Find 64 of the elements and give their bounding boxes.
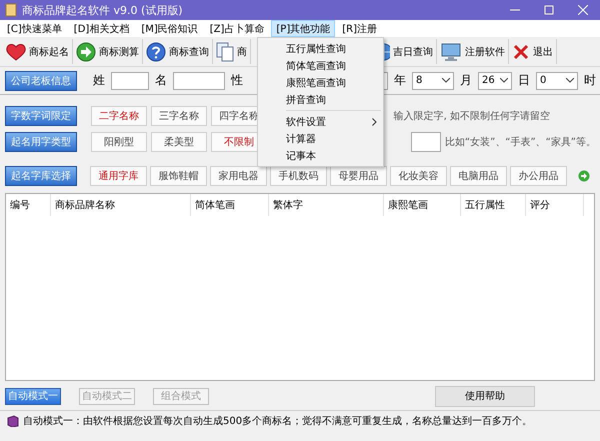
- status-text: 自动模式一：由软件根据您设置每次自动生成500多个商标名；觉得不满意可重复生成，名称总量达到一百多万个。: [23, 414, 532, 428]
- option-button[interactable]: 通用字库: [90, 166, 147, 186]
- option-button[interactable]: 手机数码: [270, 166, 327, 186]
- dropdown-field[interactable]: 26: [478, 72, 512, 90]
- menu-item[interactable]: [M]民俗知识: [136, 20, 203, 37]
- monitor-icon: [440, 42, 462, 62]
- menu-item[interactable]: [D]相关文档: [68, 20, 134, 37]
- column-header[interactable]: 简体笔画: [191, 194, 269, 216]
- hour-label: 时: [584, 72, 596, 89]
- chevron-icon: [372, 118, 377, 126]
- caret-icon: [500, 78, 508, 83]
- option-button[interactable]: 办公用品: [510, 166, 567, 186]
- close-icon: [578, 5, 588, 15]
- year-label: 年: [394, 72, 406, 89]
- option-button[interactable]: 化妆美容: [390, 166, 447, 186]
- dropdown-field[interactable]: 0: [536, 72, 578, 90]
- given-name-field[interactable]: [173, 72, 225, 90]
- column-header[interactable]: 繁体字: [269, 194, 384, 216]
- toolbar-button[interactable]: 退出: [509, 39, 557, 64]
- toolbar-button[interactable]: 商标测算: [73, 39, 143, 64]
- toolbar-button[interactable]: 商: [213, 39, 251, 64]
- toolbar-button[interactable]: 商标查询: [143, 39, 213, 64]
- heart-icon: [6, 42, 26, 60]
- menu-item[interactable]: [R]注册: [337, 20, 382, 37]
- menu-item[interactable]: 拼音查询: [258, 91, 383, 108]
- option-button[interactable]: 二字名称: [91, 106, 147, 126]
- option-button[interactable]: 阳刚型: [91, 132, 147, 152]
- app-icon: [5, 3, 17, 17]
- window-title: 商标品牌起名软件 v9.0 (试用版): [22, 2, 183, 18]
- column-header[interactable]: 商标品牌名称: [51, 194, 191, 216]
- column-header[interactable]: 评分: [526, 194, 584, 216]
- help-icon: [146, 42, 166, 62]
- menu-item[interactable]: [C]快速菜单: [2, 20, 67, 37]
- option-button[interactable]: 电脑用品: [450, 166, 507, 186]
- surname-label: 姓: [93, 72, 105, 89]
- menu-item[interactable]: 康熙笔画查询: [258, 74, 383, 91]
- column-header[interactable]: 康熙笔画: [384, 194, 461, 216]
- option-button[interactable]: 母婴用品: [330, 166, 387, 186]
- menu-item[interactable]: [Z]占卜算命: [204, 20, 270, 37]
- hint-text: 比如“女装”、“手表”、“家具”等。: [444, 136, 596, 149]
- month-label: 月: [460, 72, 472, 89]
- column-header[interactable]: 编号: [6, 194, 51, 216]
- surname-field[interactable]: [111, 72, 149, 90]
- toolbar-button[interactable]: 注册软件: [437, 39, 509, 64]
- given-name-label: 名: [155, 72, 167, 89]
- close-icon: [512, 42, 530, 60]
- menu-item[interactable]: [P]其他功能: [271, 20, 336, 37]
- option-button[interactable]: 三字名称: [151, 106, 207, 126]
- documents-icon: [216, 42, 234, 62]
- dropdown-field[interactable]: 8: [412, 72, 454, 90]
- help-button[interactable]: 使用帮助: [435, 386, 535, 406]
- day-label: 日: [518, 72, 530, 89]
- column-header[interactable]: 五行属性: [461, 194, 526, 216]
- gender-label: 性: [231, 72, 243, 89]
- option-button[interactable]: 家用电器: [210, 166, 267, 186]
- option-button[interactable]: 柔美型: [151, 132, 207, 152]
- caret-icon: [442, 78, 450, 83]
- option-button[interactable]: 服饰鞋帽: [150, 166, 207, 186]
- hint-text: 输入限定字, 如不限制任何字请留空: [394, 110, 550, 123]
- arrow-icon: [578, 170, 590, 182]
- keyword-field[interactable]: [410, 132, 441, 152]
- toolbar-button[interactable]: 商标起名: [3, 39, 73, 64]
- maximize-icon: [544, 5, 554, 15]
- caret-icon: [566, 78, 574, 83]
